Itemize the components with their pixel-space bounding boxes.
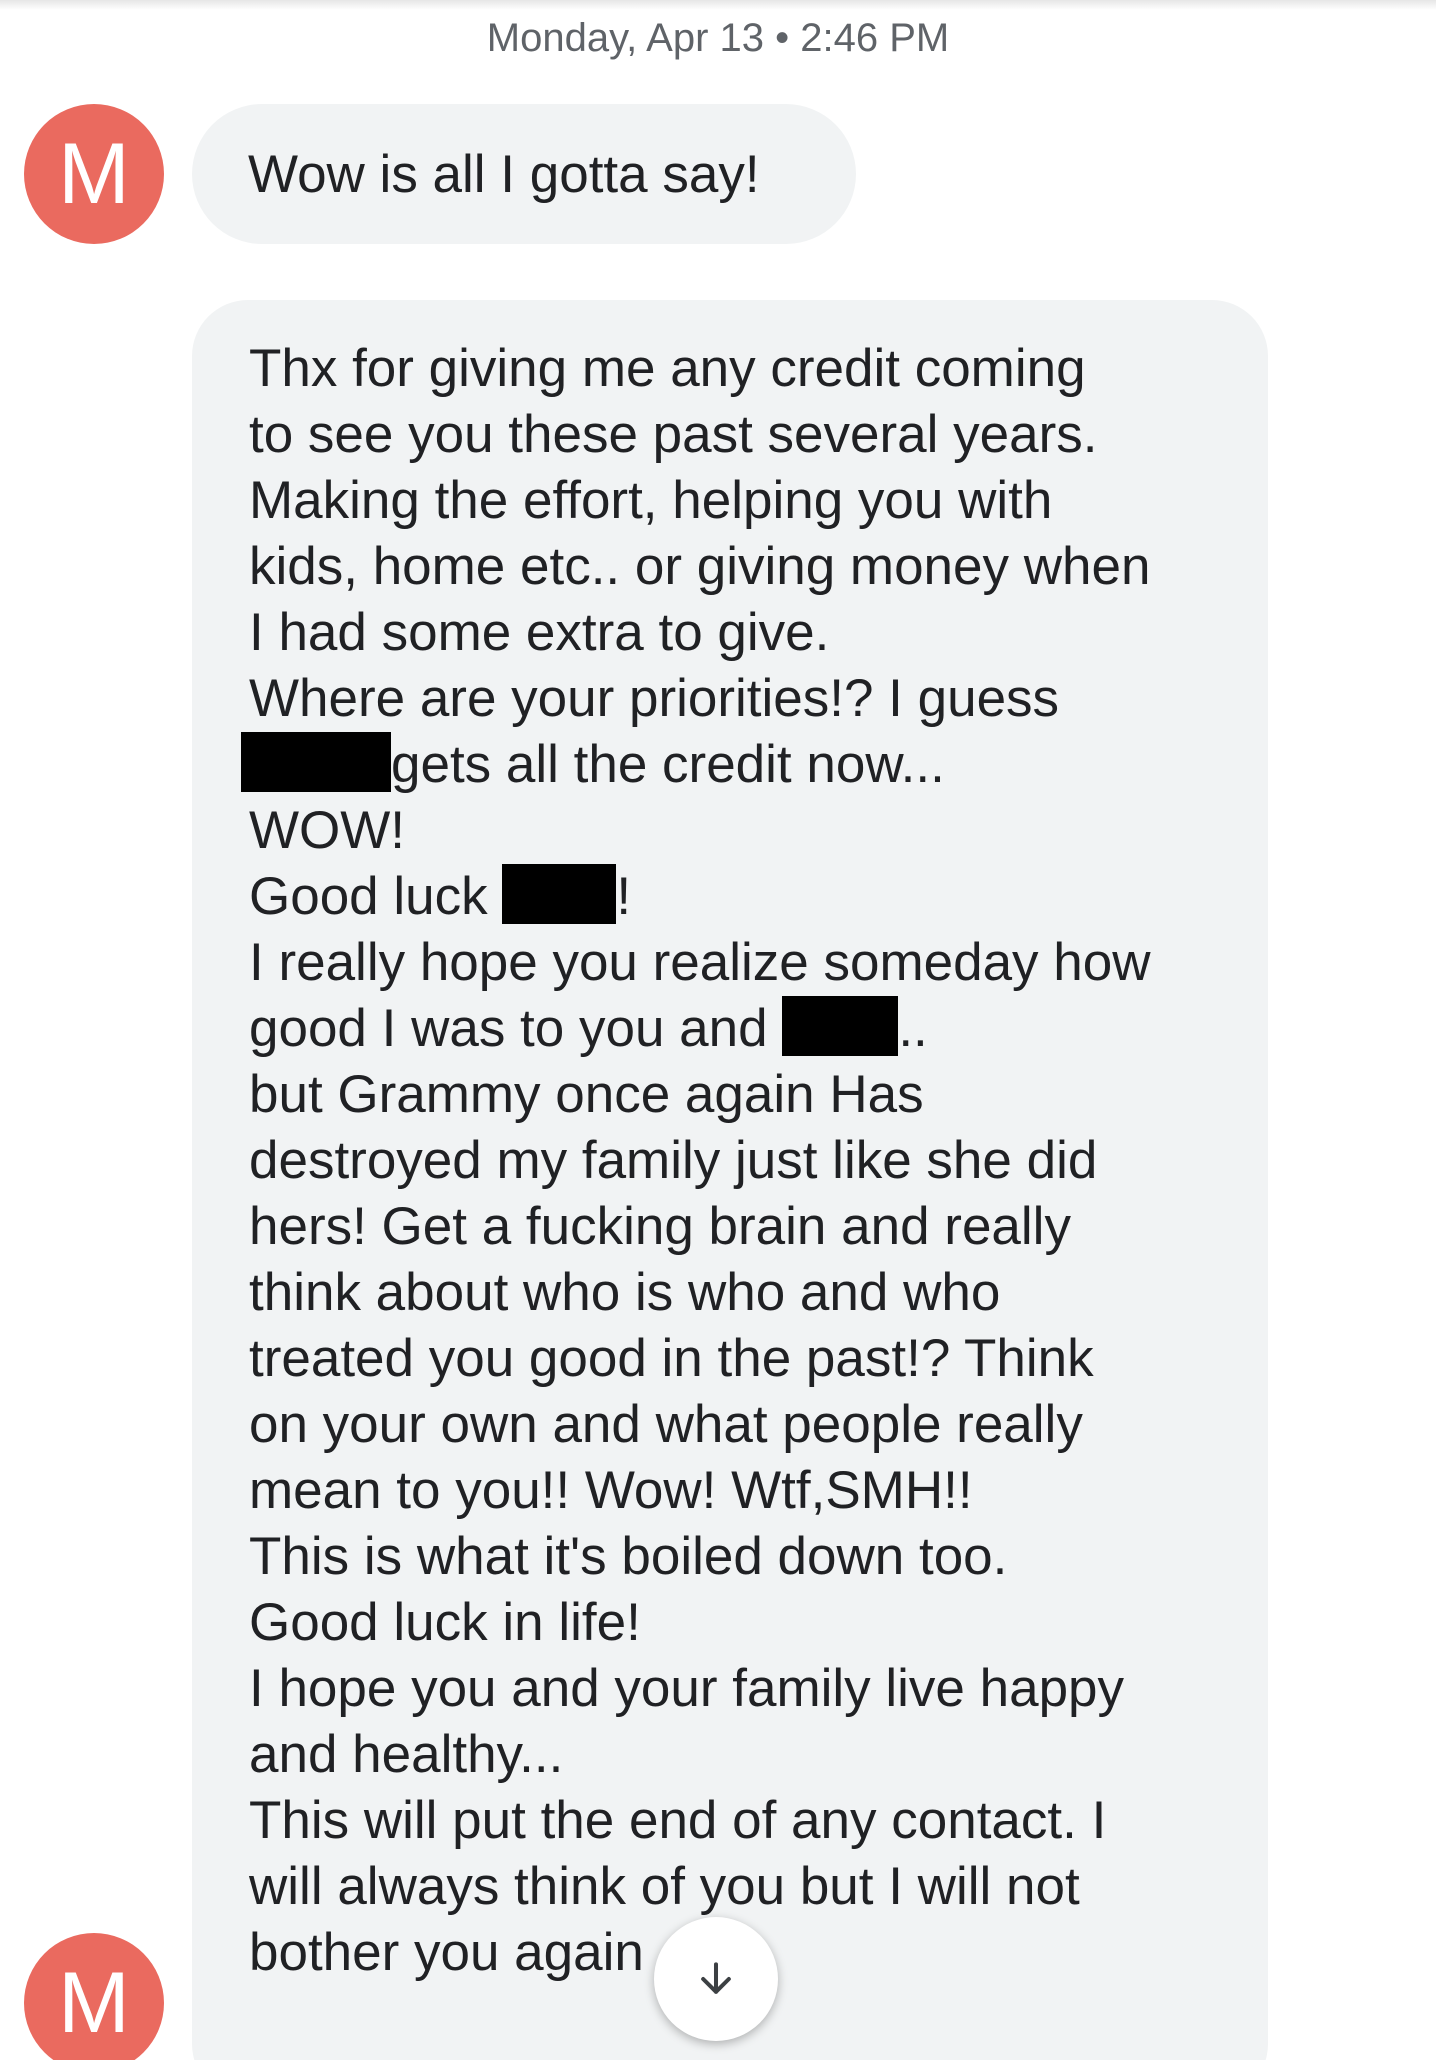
message-line: will always think of you but I will not: [249, 1857, 1080, 1916]
message-line: This will put the end of any contact. I: [249, 1791, 1107, 1850]
message-line: gets all the credit now...: [241, 732, 1228, 798]
message-line: Thx for giving me any credit coming: [249, 339, 1086, 398]
message-line: I hope you and your family live happy: [249, 1659, 1125, 1718]
message-line: hers! Get a fucking brain and really: [249, 1197, 1071, 1256]
message-line: WOW!: [249, 801, 405, 860]
message-line: on your own and what people really: [249, 1395, 1083, 1454]
message-line: Making the effort, helping you with: [249, 471, 1053, 530]
message-line: good I was to you and ..: [249, 996, 1228, 1062]
message-line: destroyed my family just like she did: [249, 1131, 1098, 1190]
message-line: kids, home etc.. or giving money when: [249, 537, 1151, 596]
message-line: treated you good in the past!? Think: [249, 1329, 1094, 1388]
message-text: gets all the credit now...: [391, 735, 945, 794]
contact-avatar[interactable]: M: [24, 104, 164, 244]
message-line: Good luck in life!: [249, 1593, 641, 1652]
top-bar-shadow: [0, 0, 1436, 10]
message-line: I had some extra to give.: [249, 603, 830, 662]
redacted-name: [502, 864, 617, 924]
message-bubble-long[interactable]: Thx for giving me any credit coming to s…: [192, 300, 1268, 2060]
message-text: good I was to you and: [249, 999, 768, 1058]
message-line: mean to you!! Wow! Wtf,SMH!!: [249, 1461, 973, 1520]
message-bubble[interactable]: Wow is all I gotta say!: [192, 104, 856, 244]
message-line: This is what it's boiled down too.: [249, 1527, 1008, 1586]
message-text: ..: [898, 999, 928, 1058]
message-line: and healthy...: [249, 1725, 564, 1784]
message-line: to see you these past several years.: [249, 405, 1098, 464]
contact-avatar[interactable]: M: [24, 1933, 164, 2060]
message-line: Where are your priorities!? I guess: [249, 669, 1060, 728]
message-line: I really hope you realize someday how: [249, 933, 1151, 992]
message-text: Good luck: [249, 867, 488, 926]
message-line: but Grammy once again Has: [249, 1065, 924, 1124]
conversation-screen: Monday, Apr 13 • 2:46 PM M Wow is all I …: [0, 0, 1436, 2060]
scroll-to-bottom-button[interactable]: [654, 1917, 778, 2041]
arrow-down-icon: [701, 1962, 731, 1994]
message-text: !: [616, 867, 632, 926]
message-line: Good luck !: [249, 864, 1228, 930]
redacted-name: [241, 732, 391, 792]
message-line: think about who is who and who: [249, 1263, 1001, 1322]
message-timestamp: Monday, Apr 13 • 2:46 PM: [486, 16, 950, 60]
redacted-name: [782, 996, 899, 1056]
